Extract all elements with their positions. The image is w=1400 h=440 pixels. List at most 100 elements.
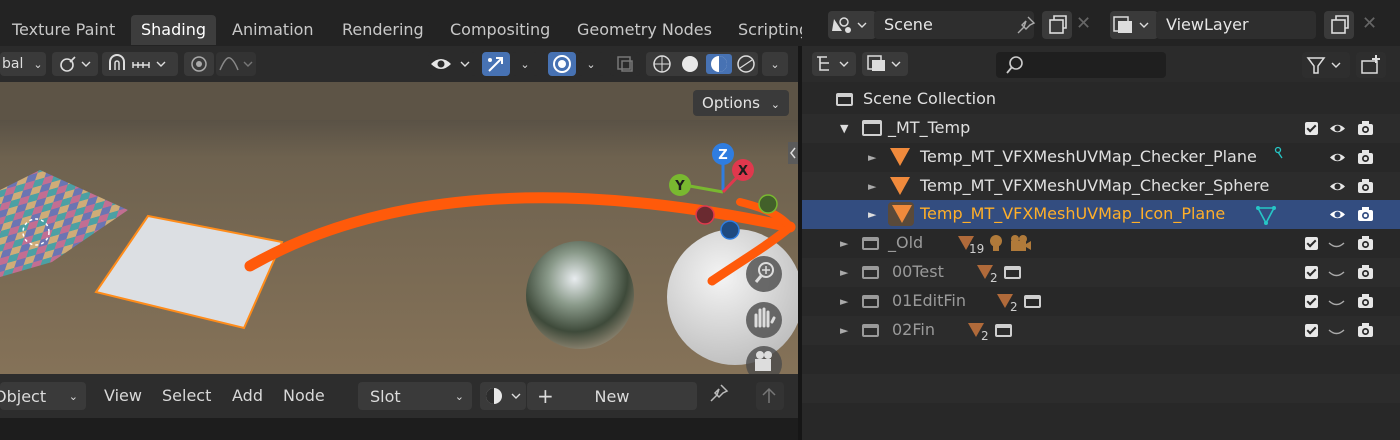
slot-dropdown[interactable]: Slot ⌄ xyxy=(358,382,472,410)
editor-footer xyxy=(0,418,798,440)
sidebar-toggle[interactable] xyxy=(788,142,798,164)
gizmo-toggle[interactable] xyxy=(482,52,510,76)
remove-view-layer-icon[interactable]: ✕ xyxy=(1362,13,1377,34)
overlays-dropdown[interactable]: ⌄ xyxy=(578,52,604,76)
new-material-button[interactable]: + New xyxy=(527,382,697,410)
exclude-checkbox[interactable] xyxy=(1305,324,1318,337)
new-collection-button[interactable] xyxy=(1356,52,1386,78)
viewport-scene: Z Y X xyxy=(0,82,798,374)
tab-rendering[interactable]: Rendering xyxy=(332,15,434,45)
object-type-dropdown[interactable]: Object ⌄ xyxy=(0,382,86,410)
tab-animation[interactable]: Animation xyxy=(222,15,324,45)
expand-arrow-icon[interactable]: ► xyxy=(868,151,876,164)
eye-closed-icon[interactable] xyxy=(1328,235,1345,252)
eye-icon[interactable] xyxy=(1329,120,1346,137)
tree-row-00test[interactable]: ► 00Test 2 xyxy=(802,258,1400,287)
expand-arrow-icon[interactable]: ► xyxy=(840,237,848,250)
eye-closed-icon[interactable] xyxy=(1328,322,1345,339)
menu-node[interactable]: Node xyxy=(283,384,325,408)
eye-icon[interactable] xyxy=(1329,178,1346,195)
zoom-button[interactable] xyxy=(746,256,782,292)
view-layer-name-field[interactable]: ViewLayer xyxy=(1156,11,1316,39)
expand-arrow-icon[interactable]: ▼ xyxy=(840,122,848,135)
tree-row-checker-plane[interactable]: ► Temp_MT_VFXMeshUVMap_Checker_Plane xyxy=(802,143,1400,172)
menu-view[interactable]: View xyxy=(104,384,142,408)
mesh-data-icon[interactable] xyxy=(1255,204,1277,226)
expand-arrow-icon[interactable]: ► xyxy=(868,180,876,193)
material-browse-dropdown[interactable] xyxy=(480,382,526,410)
chevron-down-icon: ⌄ xyxy=(520,57,530,71)
menu-select[interactable]: Select xyxy=(162,384,211,408)
scene-browse-dropdown[interactable] xyxy=(828,11,876,39)
render-camera-icon[interactable] xyxy=(1356,177,1375,196)
tab-texture-paint[interactable]: Texture Paint xyxy=(2,15,125,45)
options-dropdown[interactable]: Options ⌄ xyxy=(693,90,789,116)
eye-icon[interactable] xyxy=(1329,206,1346,223)
gizmo-y-label: Y xyxy=(674,179,685,194)
falloff-dropdown[interactable] xyxy=(216,52,256,76)
eye-closed-icon[interactable] xyxy=(1328,264,1345,281)
object-type-label: Object xyxy=(0,386,47,406)
expand-arrow-icon[interactable]: ► xyxy=(840,295,848,308)
tab-compositing[interactable]: Compositing xyxy=(440,15,560,45)
eye-icon[interactable] xyxy=(1329,149,1346,166)
pin-icon[interactable] xyxy=(708,382,730,406)
expand-arrow-icon[interactable]: ► xyxy=(840,266,848,279)
eye-closed-icon[interactable] xyxy=(1328,293,1345,310)
exclude-checkbox[interactable] xyxy=(1305,237,1318,250)
expand-arrow-icon[interactable]: ► xyxy=(868,208,876,221)
new-scene-button[interactable] xyxy=(1042,11,1072,39)
tree-row-checker-sphere[interactable]: ► Temp_MT_VFXMeshUVMap_Checker_Sphere xyxy=(802,172,1400,201)
tree-row-old[interactable]: ► _Old 19 xyxy=(802,229,1400,258)
overlays-toggle[interactable] xyxy=(548,52,576,76)
exclude-checkbox[interactable] xyxy=(1305,122,1318,135)
expand-arrow-icon[interactable]: ► xyxy=(840,324,848,337)
render-camera-icon[interactable] xyxy=(1356,205,1375,224)
menu-add[interactable]: Add xyxy=(232,384,263,408)
display-mode-dropdown[interactable] xyxy=(812,52,856,76)
transform-orientation-dropdown[interactable]: bal ⌄ xyxy=(0,52,46,76)
vertex-group-icon xyxy=(1274,146,1283,159)
render-camera-icon[interactable] xyxy=(1356,263,1375,282)
render-camera-icon[interactable] xyxy=(1356,292,1375,311)
tree-row-scene-collection[interactable]: Scene Collection xyxy=(802,85,1400,114)
proportional-editing-toggle[interactable] xyxy=(184,52,214,76)
unlink-scene-icon[interactable]: ✕ xyxy=(1076,13,1091,34)
tab-geometry-nodes[interactable]: Geometry Nodes xyxy=(567,15,722,45)
render-camera-icon[interactable] xyxy=(1356,119,1375,138)
arrow-up-icon xyxy=(762,387,776,403)
collection-icon xyxy=(862,266,879,279)
workspace-tab-bar: Texture Paint Shading Animation Renderin… xyxy=(0,0,810,52)
tree-row-01editfin[interactable]: ► 01EditFin 2 xyxy=(802,287,1400,316)
snap-dropdown[interactable] xyxy=(102,52,178,76)
row-label: Temp_MT_VFXMeshUVMap_Icon_Plane xyxy=(920,204,1226,223)
pivot-point-dropdown[interactable] xyxy=(52,52,98,76)
exclude-checkbox[interactable] xyxy=(1305,295,1318,308)
scene-name-field[interactable]: Scene xyxy=(874,11,1034,39)
render-camera-icon[interactable] xyxy=(1356,148,1375,167)
view-layer-filter-dropdown[interactable] xyxy=(862,52,908,76)
shading-dropdown[interactable]: ⌄ xyxy=(762,52,788,76)
child-collection-icon xyxy=(995,324,1012,337)
3d-viewport[interactable]: Z Y X Options ⌄ xyxy=(0,82,798,374)
collection-icon xyxy=(862,237,879,250)
xray-toggle[interactable] xyxy=(610,52,640,76)
exclude-checkbox[interactable] xyxy=(1305,266,1318,279)
render-camera-icon[interactable] xyxy=(1356,234,1375,253)
gizmo-dropdown[interactable]: ⌄ xyxy=(512,52,538,76)
tab-shading[interactable]: Shading xyxy=(131,15,216,45)
tree-row-mt-temp[interactable]: ▼ _MT_Temp xyxy=(802,114,1400,143)
visibility-dropdown[interactable] xyxy=(428,52,476,76)
tree-row-icon-plane[interactable]: ► Temp_MT_VFXMeshUVMap_Icon_Plane xyxy=(802,200,1400,229)
collection-icon xyxy=(862,324,879,337)
outliner-search-input[interactable] xyxy=(996,52,1166,78)
xray-icon xyxy=(617,56,633,72)
parent-node-tree-button[interactable] xyxy=(756,382,784,410)
tree-row-02fin[interactable]: ► 02Fin 2 xyxy=(802,316,1400,345)
render-camera-icon[interactable] xyxy=(1356,321,1375,340)
scene-pin-icon[interactable] xyxy=(1016,15,1036,39)
new-view-layer-button[interactable] xyxy=(1324,11,1354,39)
filter-dropdown[interactable] xyxy=(1302,52,1350,78)
child-count: 2 xyxy=(981,329,989,343)
view-layer-browse-dropdown[interactable] xyxy=(1110,11,1158,39)
